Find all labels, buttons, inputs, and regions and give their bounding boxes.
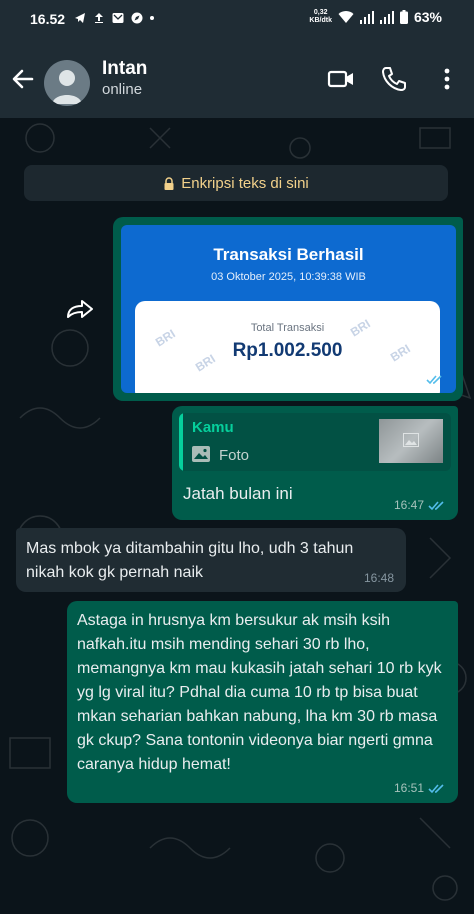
network-speed-value: 0,32 [313, 9, 328, 16]
avatar[interactable] [44, 60, 90, 106]
message-time: 16:48 [363, 571, 394, 585]
transaction-receipt-image[interactable]: Transaksi Berhasil 03 Oktober 2025, 10:3… [121, 225, 456, 393]
read-ticks-icon [428, 500, 444, 510]
outgoing-message-bubble[interactable]: Astaga in hrusnya km bersukur ak msih ks… [67, 601, 458, 803]
message-text: Mas mbok ya ditambahin gitu lho, udh 3 t… [26, 540, 354, 581]
more-options-icon[interactable] [433, 65, 461, 93]
signal-icon [359, 10, 374, 24]
system-icons: 0,32 KB/dtk 63% [309, 9, 442, 25]
quoted-type: Foto [219, 447, 250, 464]
telegram-icon [75, 13, 85, 23]
chat-area[interactable]: Enkripsi teks di sini Transaksi Berhasil… [0, 118, 474, 914]
forward-icon[interactable] [64, 297, 96, 323]
message-text: Astaga in hrusnya km bersukur ak msih ks… [77, 612, 442, 773]
quote-accent-bar [179, 413, 183, 471]
signal-icon-2 [379, 10, 394, 24]
contact-name[interactable]: Intan [102, 58, 147, 80]
status-bar: 16.52 0,32 KB/dtk 63% [0, 0, 474, 40]
wifi-icon [338, 11, 354, 23]
back-arrow-icon[interactable] [10, 66, 36, 92]
quoted-message[interactable]: Kamu Foto [179, 413, 451, 471]
encryption-notice-text: Enkripsi teks di sini [181, 174, 309, 192]
status-time: 16.52 [30, 11, 66, 27]
video-call-icon[interactable] [327, 65, 355, 93]
message-text: Jatah bulan ini [183, 484, 293, 503]
battery-icon [399, 10, 408, 24]
encryption-notice[interactable]: Enkripsi teks di sini [24, 165, 448, 201]
upload-icon [95, 13, 103, 23]
receipt-title: Transaksi Berhasil [213, 245, 364, 264]
contact-status: online [102, 81, 143, 98]
battery-percent: 63% [413, 9, 442, 25]
voice-call-icon[interactable] [380, 65, 408, 93]
receipt-card: BRI BRI BRI BRI Total Transaksi Rp1.002.… [135, 301, 440, 393]
network-speed: 0,32 KB/dtk [309, 9, 332, 25]
message-meta: 16:47 [394, 498, 446, 512]
quoted-photo-thumbnail [379, 419, 443, 463]
receipt-amount: Rp1.002.500 [232, 340, 343, 361]
default-avatar-icon [52, 70, 82, 104]
mail-icon [112, 13, 124, 23]
read-ticks-icon [428, 783, 444, 793]
network-speed-unit: KB/dtk [309, 17, 332, 24]
photo-icon [192, 446, 210, 462]
chat-header: Intan online [0, 40, 474, 118]
compass-icon [131, 12, 143, 24]
message-meta: 16:51 [394, 781, 446, 795]
read-ticks-icon [426, 375, 442, 385]
message-meta: 16:48 [364, 571, 394, 585]
receipt-total-label: Total Transaksi [250, 322, 325, 334]
quoted-author: Kamu [192, 419, 234, 436]
image-placeholder-icon [403, 433, 419, 447]
message-time: 16:47 [393, 498, 424, 512]
notification-icons [74, 12, 154, 24]
more-notifications-dot [150, 16, 154, 20]
receipt-date: 03 Oktober 2025, 10:39:38 WIB [211, 271, 366, 283]
incoming-message-bubble[interactable]: Mas mbok ya ditambahin gitu lho, udh 3 t… [16, 528, 406, 592]
message-time: 16:51 [393, 781, 424, 795]
image-message-bubble[interactable]: Transaksi Berhasil 03 Oktober 2025, 10:3… [113, 217, 463, 401]
reply-message-bubble[interactable]: Kamu Foto Jatah bulan ini 16:47 [172, 406, 458, 520]
lock-icon [164, 176, 174, 190]
